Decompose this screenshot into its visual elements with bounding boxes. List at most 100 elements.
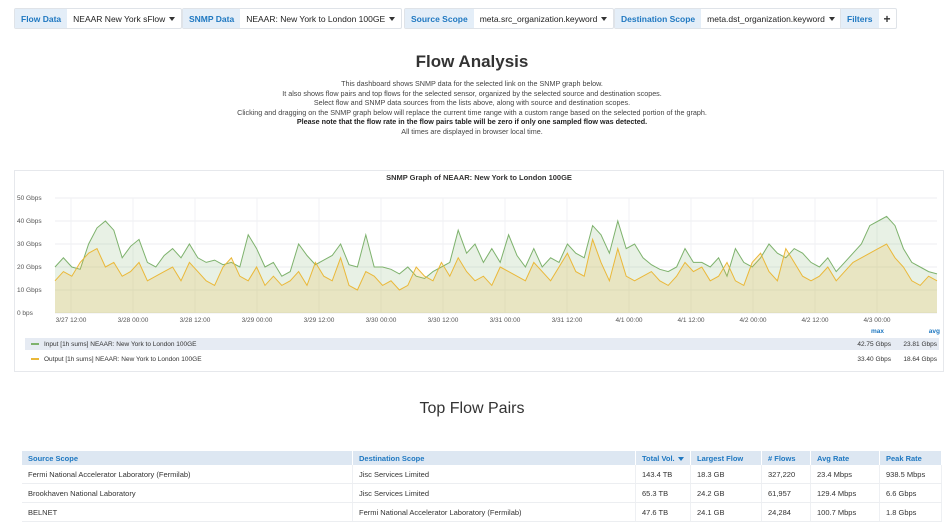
- largest-flow-cell: 18.3 GB: [690, 465, 762, 484]
- panel-title[interactable]: SNMP Graph of NEAAR: New York to London …: [15, 173, 943, 182]
- legend-avg-header[interactable]: avg: [929, 328, 940, 335]
- column-label: # Flows: [768, 453, 796, 463]
- add-filter-button[interactable]: +: [879, 9, 896, 28]
- snmp-data-dropdown[interactable]: NEAAR: New York to London 100GE: [240, 9, 401, 28]
- y-tick-label: 30 Gbps: [17, 241, 42, 248]
- total-volume-cell: 65.3 TB: [635, 483, 691, 503]
- snmp-chart[interactable]: 0 bps 10 Gbps 20 Gbps 30 Gbps 40 Gbps 50 Gbps…: [15, 191, 943, 351]
- flow-pairs-table: Source Scope Destination Scope Total Vol…: [22, 451, 942, 522]
- table-row[interactable]: Brookhaven National Laboratory Jisc Serv…: [22, 483, 942, 503]
- chevron-down-icon: [828, 16, 835, 21]
- dashboard-title: Flow Analysis: [415, 52, 529, 71]
- source-scope-label: Source Scope: [405, 9, 474, 28]
- snmp-data-label: SNMP Data: [183, 9, 241, 28]
- column-label: Largest Flow: [697, 453, 744, 463]
- filters-control[interactable]: Filters +: [840, 8, 897, 29]
- series-color-swatch[interactable]: [31, 358, 39, 360]
- y-tick-label: 40 Gbps: [17, 218, 42, 225]
- snmp-data-selector[interactable]: SNMP Data NEAAR: New York to London 100G…: [182, 8, 403, 29]
- column-header-source[interactable]: Source Scope: [22, 451, 353, 465]
- description-line: This dashboard shows SNMP data for the s…: [341, 79, 603, 88]
- source-scope-value: meta.src_organization.keyword: [479, 13, 598, 24]
- flow-rate-note: Please note that the flow rate in the fl…: [296, 117, 648, 127]
- chevron-down-icon: [601, 16, 608, 21]
- destination-cell: Jisc Services Limited: [352, 465, 636, 484]
- destination-scope-value: meta.dst_organization.keyword: [707, 13, 825, 24]
- y-tick-label: 20 Gbps: [17, 264, 42, 271]
- source-scope-dropdown[interactable]: meta.src_organization.keyword: [474, 9, 614, 28]
- y-tick-label: 50 Gbps: [17, 195, 42, 202]
- avg-rate-cell: 129.4 Mbps: [810, 483, 880, 503]
- total-volume-cell: 143.4 TB: [635, 465, 691, 484]
- x-tick-label: 3/29 00:00: [242, 317, 273, 324]
- legend-avg-value: 18.64 Gbps: [903, 355, 937, 363]
- x-tick-label: 3/29 12:00: [304, 317, 335, 324]
- x-tick-label: 3/31 12:00: [552, 317, 583, 324]
- x-tick-label: 3/28 00:00: [118, 317, 149, 324]
- source-scope-selector[interactable]: Source Scope meta.src_organization.keywo…: [404, 8, 615, 29]
- chevron-down-icon: [389, 16, 396, 21]
- legend-item-input[interactable]: Input [1h sums] NEAAR: New York to Londo…: [25, 338, 939, 350]
- legend-max-value: 33.40 Gbps: [857, 355, 891, 363]
- column-label: Peak Rate: [886, 453, 922, 463]
- table-header-row: Source Scope Destination Scope Total Vol…: [22, 451, 942, 465]
- x-tick-label: 3/31 00:00: [490, 317, 521, 324]
- table-row[interactable]: Fermi National Accelerator Laboratory (F…: [22, 465, 942, 484]
- legend-item-output[interactable]: Output [1h sums] NEAAR: New York to Lond…: [25, 353, 939, 365]
- peak-rate-cell: 6.6 Gbps: [879, 483, 942, 503]
- legend-avg-value: 23.81 Gbps: [903, 340, 937, 348]
- x-tick-label: 4/1 00:00: [615, 317, 642, 324]
- column-header-largest-flow[interactable]: Largest Flow: [690, 451, 762, 465]
- column-header-total-volume[interactable]: Total Vol.: [635, 451, 691, 465]
- destination-cell: Jisc Services Limited: [352, 483, 636, 503]
- snmp-data-value: NEAAR: New York to London 100GE: [246, 13, 386, 24]
- sort-desc-icon: [677, 456, 684, 461]
- x-tick-label: 3/30 12:00: [428, 317, 459, 324]
- column-header-destination[interactable]: Destination Scope: [352, 451, 636, 465]
- legend-max-value: 42.75 Gbps: [857, 340, 891, 348]
- total-volume-cell: 47.6 TB: [635, 502, 691, 522]
- x-tick-label: 4/3 00:00: [863, 317, 890, 324]
- snmp-graph-panel: SNMP Graph of NEAAR: New York to London …: [14, 170, 944, 372]
- largest-flow-cell: 24.1 GB: [690, 502, 762, 522]
- avg-rate-cell: 23.4 Mbps: [810, 465, 880, 484]
- source-cell: Fermi National Accelerator Laboratory (F…: [22, 465, 353, 484]
- destination-scope-selector[interactable]: Destination Scope meta.dst_organization.…: [614, 8, 842, 29]
- flow-data-dropdown[interactable]: NEAAR New York sFlow: [67, 9, 181, 28]
- series-color-swatch[interactable]: [31, 343, 39, 345]
- description-line: It also shows flow pairs and top flows f…: [282, 88, 662, 98]
- flows-cell: 24,284: [761, 502, 811, 522]
- description-line: Select flow and SNMP data sources from t…: [313, 98, 631, 108]
- legend-series-name: Output [1h sums] NEAAR: New York to Lond…: [44, 355, 202, 363]
- filters-label: Filters: [841, 9, 879, 28]
- peak-rate-cell: 938.5 Mbps: [879, 465, 942, 484]
- chevron-down-icon: [169, 16, 176, 21]
- dashboard-description: This dashboard shows SNMP data for the s…: [0, 79, 944, 137]
- column-header-flows[interactable]: # Flows: [761, 451, 811, 465]
- flow-data-selector[interactable]: Flow Data NEAAR New York sFlow: [14, 8, 183, 29]
- flows-cell: 327,220: [761, 465, 811, 484]
- column-label: Destination Scope: [359, 453, 425, 463]
- table-row[interactable]: BELNET Fermi National Accelerator Labora…: [22, 502, 942, 522]
- timezone-note: All times are displayed in browser local…: [401, 126, 543, 136]
- flows-cell: 61,957: [761, 483, 811, 503]
- legend-max-header[interactable]: max: [871, 328, 884, 335]
- flow-data-label: Flow Data: [15, 9, 68, 28]
- column-header-avg-rate[interactable]: Avg Rate: [810, 451, 880, 465]
- column-label: Total Vol.: [642, 453, 675, 463]
- x-tick-label: 3/28 12:00: [180, 317, 211, 324]
- column-header-peak-rate[interactable]: Peak Rate: [879, 451, 942, 465]
- x-tick-label: 4/2 12:00: [801, 317, 828, 324]
- description-line: Clicking and dragging on the SNMP graph …: [237, 107, 707, 117]
- column-label: Avg Rate: [817, 453, 850, 463]
- largest-flow-cell: 24.2 GB: [690, 483, 762, 503]
- column-label: Source Scope: [28, 453, 79, 463]
- peak-rate-cell: 1.8 Gbps: [879, 502, 942, 522]
- destination-scope-dropdown[interactable]: meta.dst_organization.keyword: [701, 9, 841, 28]
- top-flow-pairs-title: Top Flow Pairs: [419, 400, 525, 417]
- y-tick-label: 0 bps: [17, 310, 34, 317]
- variable-bar: Flow Data NEAAR New York sFlow SNMP Data…: [0, 0, 944, 36]
- source-cell: Brookhaven National Laboratory: [22, 483, 353, 503]
- legend-series-name: Input [1h sums] NEAAR: New York to Londo…: [44, 340, 197, 348]
- avg-rate-cell: 100.7 Mbps: [810, 502, 880, 522]
